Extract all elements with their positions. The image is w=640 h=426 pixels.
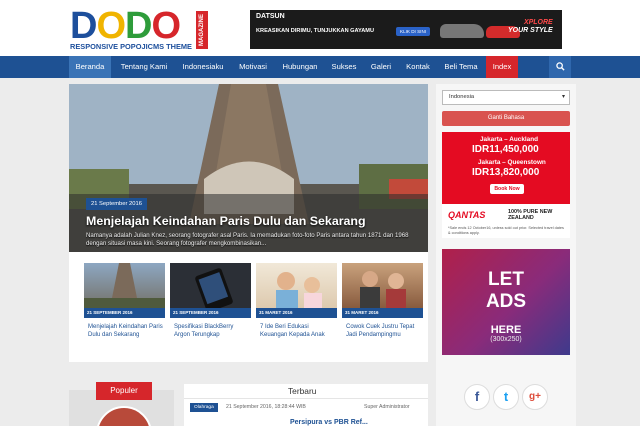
card-title[interactable]: Menjelajah Keindahan Paris Dulu dan Seka… [88, 323, 163, 339]
page: DODO RESPONSIVE POPOJICMS THEME MAGAZINE… [0, 0, 640, 426]
category-tag[interactable]: Olahraga [190, 403, 218, 412]
news-card[interactable]: 31 MARET 2016 Cowok Cuek Justru Tepat Ja… [342, 263, 423, 359]
qantas-fine-print: *Sale ends 12 October16, unless sold out… [448, 226, 564, 235]
ad-button[interactable]: KLIK DI SINI [396, 27, 431, 36]
top-banner-ad[interactable]: DATSUN KREASIKAN DIRIMU, TUNJUKKAN GAYAM… [250, 10, 562, 49]
car-image [440, 24, 484, 38]
logo-tagline: RESPONSIVE POPOJICMS THEME [70, 42, 192, 51]
nav-item-hubungan[interactable]: Hubungan [277, 56, 323, 78]
twitter-icon[interactable]: t [493, 384, 519, 410]
book-now-button[interactable]: Book Now [490, 184, 524, 194]
nav-item-galeri[interactable]: Galeri [364, 56, 398, 78]
ad-slogan: XPLORE YOUR STYLE [508, 19, 553, 35]
card-date: 31 MARET 2016 [256, 308, 337, 318]
qantas-tag: 100% PURE NEW ZEALAND [508, 209, 553, 221]
card-title[interactable]: Spesifikasi BlackBerry Argon Terungkap [174, 323, 249, 339]
nav-item-beranda[interactable]: Beranda [69, 56, 111, 78]
populer-tab[interactable]: Populer [96, 382, 152, 400]
ad-placeholder-line-2: ADS [485, 291, 527, 312]
post-meta: 21 September 2016, 18:28:44 WIB [226, 404, 306, 410]
ad-placeholder-line-3: HERE [490, 324, 522, 336]
search-icon[interactable] [549, 56, 571, 78]
news-card[interactable]: 21 SEPTEMBER 2016 Spesifikasi BlackBerry… [170, 263, 251, 359]
card-date: 31 MARET 2016 [342, 308, 423, 318]
featured-slider[interactable]: 21 September 2016 Menjelajah Keindahan P… [69, 84, 428, 252]
nav-item-indonesiaku[interactable]: Indonesiaku [176, 56, 230, 78]
ad-placeholder-sub: HERE (300x250) [442, 324, 570, 343]
facebook-icon[interactable]: f [464, 384, 490, 410]
post-author: Super Administrator [364, 404, 410, 410]
card-title[interactable]: 7 Ide Beri Edukasi Keuangan Kepada Anak [260, 323, 335, 339]
hero-date: 21 September 2016 [86, 198, 147, 210]
google-plus-icon[interactable]: g+ [522, 384, 548, 410]
site-header: DODO RESPONSIVE POPOJICMS THEME MAGAZINE… [0, 0, 640, 56]
language-select-value: Indonesia [449, 94, 475, 100]
ad-slogan-2: YOUR STYLE [508, 27, 553, 34]
qantas-price-2: IDR13,820,000 [472, 167, 540, 178]
nav-item-sukses[interactable]: Sukses [326, 56, 362, 78]
nav-item-tentang-kami[interactable]: Tentang Kami [114, 56, 174, 78]
post-title[interactable]: Persipura vs PBR Ref... [290, 419, 368, 426]
nav-item-kontak[interactable]: Kontak [400, 56, 436, 78]
ad-placeholder-line-1: LET [488, 269, 524, 290]
ad-brand: DATSUN [256, 13, 285, 20]
ad-placeholder[interactable]: LET ADS HERE (300x250) [442, 249, 570, 355]
qantas-route-1: Jakarta – Auckland [480, 136, 539, 143]
qantas-price-1: IDR11,450,000 [472, 144, 539, 155]
nav-item-index[interactable]: Index [486, 56, 518, 78]
divider [184, 398, 428, 399]
site-logo[interactable]: DODO RESPONSIVE POPOJICMS THEME [70, 5, 210, 52]
nav-item-motivasi[interactable]: Motivasi [232, 56, 274, 78]
change-language-button[interactable]: Ganti Bahasa [442, 111, 570, 126]
terbaru-heading: Terbaru [288, 386, 317, 396]
card-title[interactable]: Cowok Cuek Justru Tepat Jadi Pendampingm… [346, 323, 421, 339]
nav-item-beli-tema[interactable]: Beli Tema [438, 56, 484, 78]
news-card[interactable]: 31 MARET 2016 7 Ide Beri Edukasi Keuanga… [256, 263, 337, 359]
qantas-ad[interactable]: Jakarta – Auckland IDR11,450,000 Jakarta… [442, 132, 570, 238]
ad-placeholder-text: LET ADS [442, 269, 570, 313]
news-card[interactable]: 21 SEPTEMBER 2016 Menjelajah Keindahan P… [84, 263, 165, 359]
card-date: 21 SEPTEMBER 2016 [84, 308, 165, 318]
ad-text: KREASIKAN DIRIMU, TUNJUKKAN GAYAMU [256, 28, 374, 34]
card-date: 21 SEPTEMBER 2016 [170, 308, 251, 318]
hero-title[interactable]: Menjelajah Keindahan Paris Dulu dan Seka… [86, 214, 366, 228]
chevron-down-icon: ▾ [561, 94, 565, 100]
logo-magazine-label: MAGAZINE [196, 11, 208, 49]
qantas-logo: QANTAS [448, 210, 486, 220]
hero-description: Namanya adalah Julian Knez, seorang foto… [86, 232, 409, 247]
ad-slogan-1: XPLORE [523, 19, 553, 26]
main-nav: Beranda Tentang Kami Indonesiaku Motivas… [0, 56, 640, 78]
ad-placeholder-size: (300x250) [490, 336, 522, 343]
language-select[interactable]: Indonesia ▾ [442, 90, 570, 105]
qantas-route-2: Jakarta – Queenstown [478, 159, 546, 166]
